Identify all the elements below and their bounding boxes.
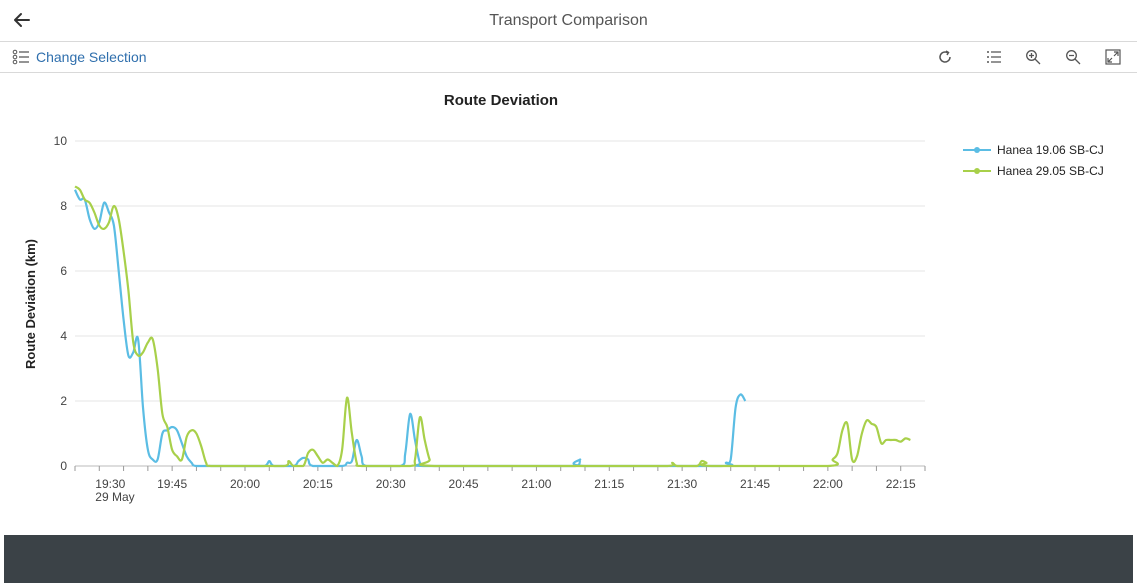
zoom-out-button[interactable] (1062, 46, 1084, 68)
x-tick-date-label: 29 May (95, 490, 134, 504)
toolbar: Change Selection (0, 42, 1137, 73)
zoom-out-icon (1066, 50, 1081, 65)
fullscreen-button[interactable] (1102, 46, 1124, 68)
footer-bar (4, 535, 1133, 583)
app-header: Transport Comparison (0, 0, 1137, 42)
y-tick-label: 2 (60, 394, 67, 408)
series-line (74, 189, 747, 468)
route-deviation-chart: Route Deviation Route Deviation (km) 0 2 4… (23, 92, 1104, 504)
x-tick-label: 19:45 (157, 477, 187, 491)
x-tick-label: 20:45 (449, 477, 479, 491)
chart-grid (75, 140, 925, 467)
x-tick-label: 22:15 (886, 477, 916, 491)
y-tick-label: 0 (60, 459, 67, 473)
change-selection-label: Change Selection (36, 49, 147, 65)
x-axis: 19:3029 May 19:45 20:00 20:15 20:30 20:45 21:0… (74, 466, 926, 504)
zoom-in-button[interactable] (1022, 46, 1044, 68)
x-tick-label: 21:45 (740, 477, 770, 491)
y-axis-ticks: 0 2 4 6 8 10 (54, 134, 68, 473)
x-tick-label: 20:30 (376, 477, 406, 491)
series-line (74, 185, 911, 468)
x-tick-label: 21:15 (594, 477, 624, 491)
y-tick-label: 6 (60, 264, 67, 278)
legend-swatch-marker (974, 147, 980, 153)
refresh-button[interactable] (934, 46, 956, 68)
refresh-icon (939, 50, 951, 63)
y-tick-label: 8 (60, 199, 67, 213)
fullscreen-icon (1105, 49, 1121, 65)
change-selection-button[interactable]: Change Selection (12, 47, 147, 67)
legend-toggle-button[interactable] (983, 46, 1005, 68)
x-tick-label: 21:00 (521, 477, 551, 491)
chart-legend[interactable]: Hanea 19.06 SB-CJ Hanea 29.05 SB-CJ (963, 143, 1104, 178)
plot-area (74, 185, 911, 468)
legend-list-icon (987, 51, 1001, 63)
y-tick-label: 4 (60, 329, 67, 343)
chart-title: Route Deviation (444, 92, 558, 109)
y-axis-label: Route Deviation (km) (23, 239, 38, 369)
legend-swatch-marker (974, 168, 980, 174)
legend-item-label: Hanea 29.05 SB-CJ (997, 164, 1104, 178)
page-title: Transport Comparison (489, 12, 648, 29)
y-tick-label: 10 (54, 134, 68, 148)
x-tick-label: 20:00 (230, 477, 260, 491)
zoom-in-icon (1026, 50, 1041, 65)
x-tick-label: 19:30 (95, 477, 125, 491)
legend-item-label: Hanea 19.06 SB-CJ (997, 143, 1104, 157)
list-settings-icon (12, 49, 29, 65)
x-tick-label: 20:15 (303, 477, 333, 491)
x-tick-label: 21:30 (667, 477, 697, 491)
x-tick-label: 22:00 (813, 477, 843, 491)
